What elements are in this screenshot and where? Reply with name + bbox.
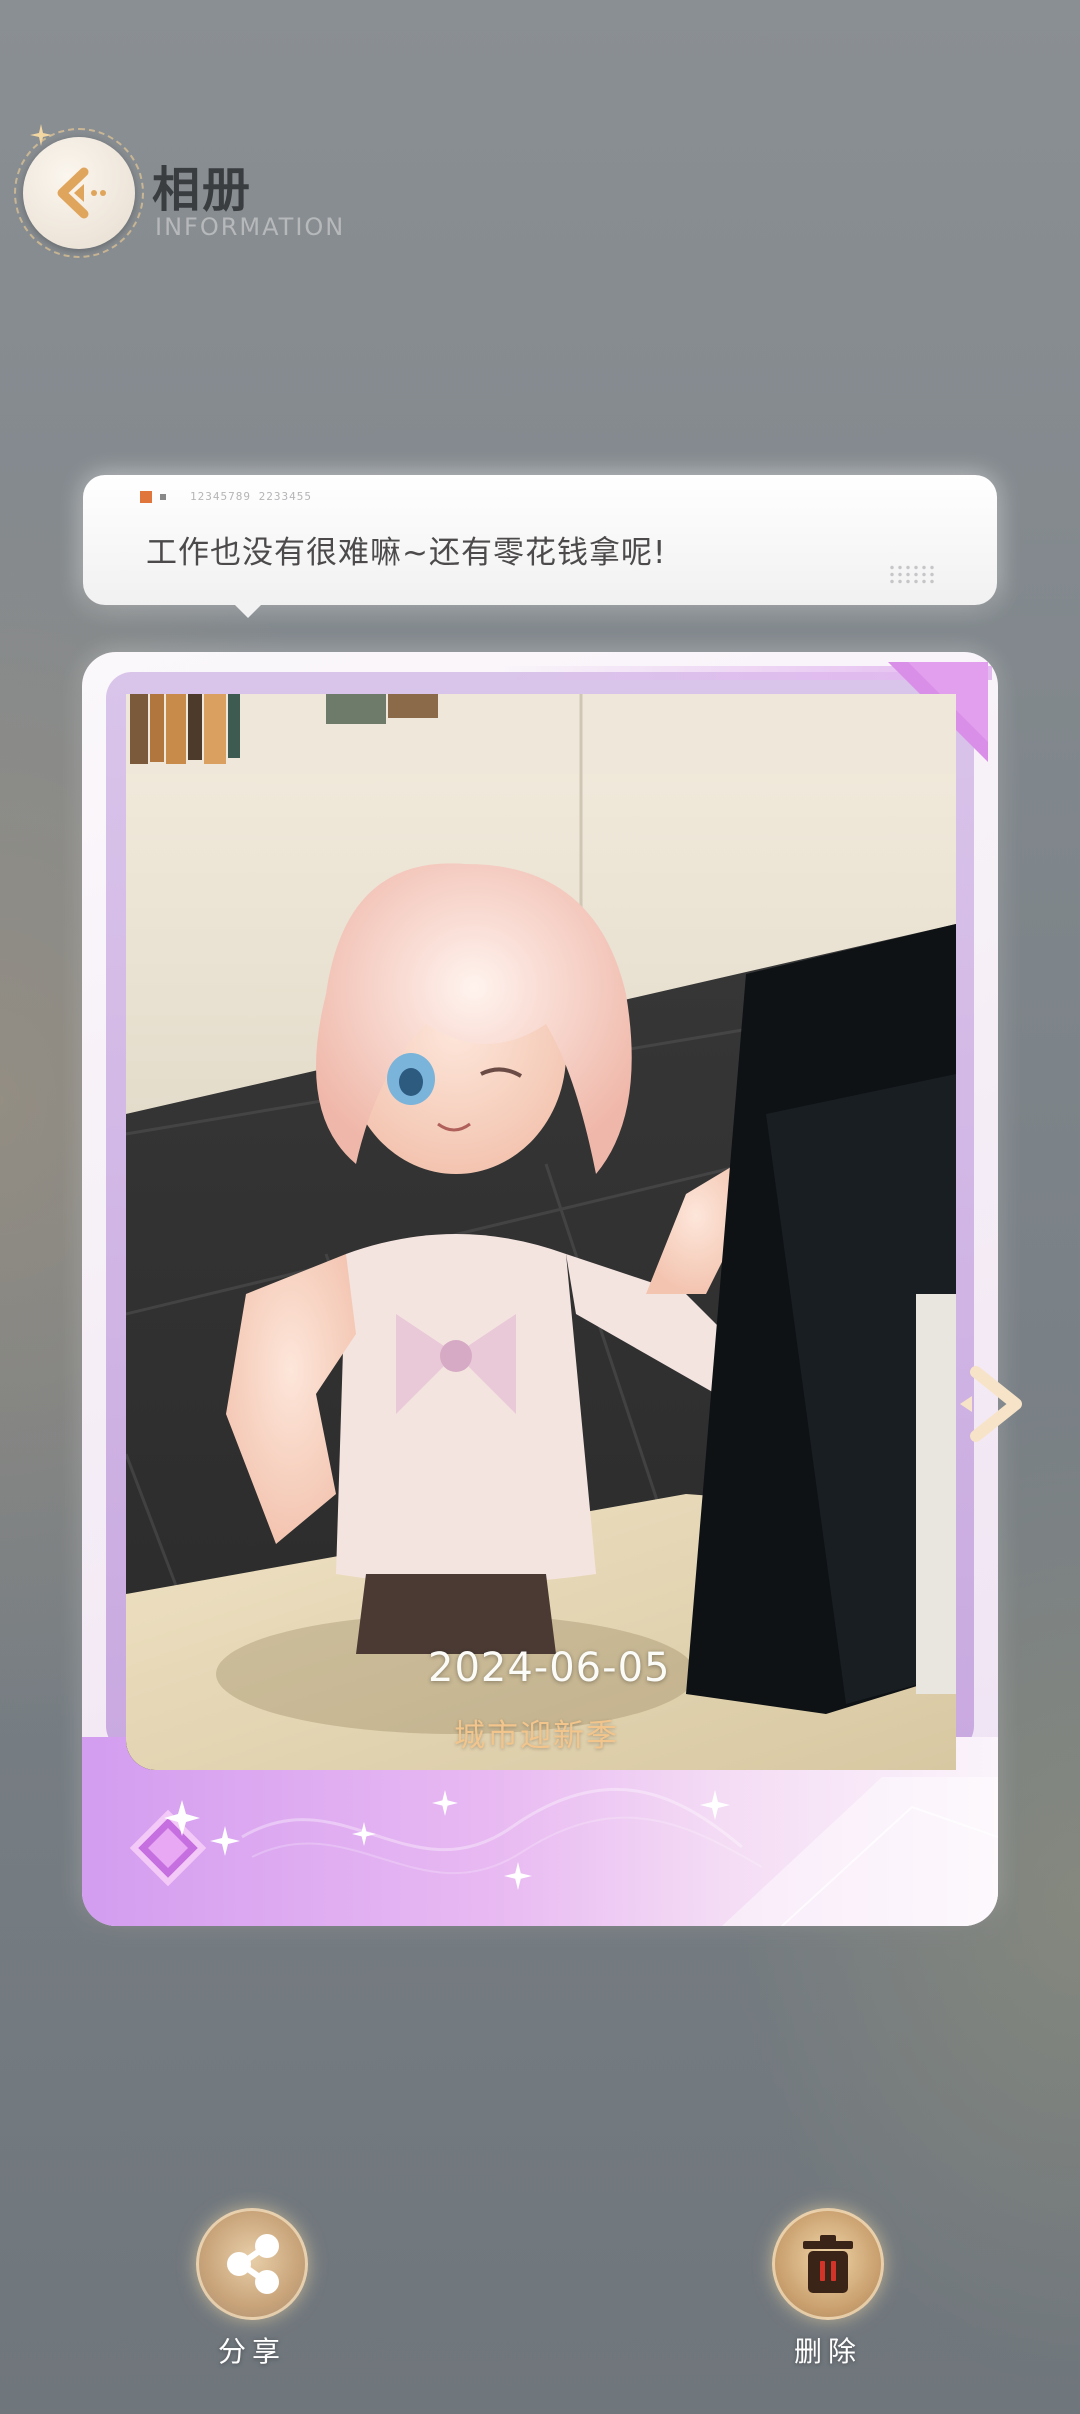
sparkle-icon (352, 1822, 376, 1846)
bubble-tag: 12345789 2233455 (140, 490, 312, 503)
back-arrow-icon (57, 167, 106, 219)
album-photo[interactable] (126, 694, 956, 1770)
tag-dot-icon (160, 493, 166, 500)
dot-grid-icon (888, 564, 936, 584)
page-subtitle: INFORMATION (155, 213, 346, 241)
share-label: 分享 (217, 2335, 286, 2368)
speech-bubble-tail (232, 602, 264, 618)
photo-caption: 城市迎新季 (454, 1718, 619, 1754)
back-button[interactable] (14, 128, 144, 258)
photo-date: 2024-06-05 (428, 1645, 671, 1691)
share-icon (227, 2234, 279, 2294)
delete-label: 删除 (793, 2335, 862, 2368)
bubble-tag-code: 12345789 2233455 (190, 490, 312, 503)
sparkle-icon (432, 1790, 458, 1816)
gem-icon (129, 1800, 207, 1887)
photo-scene (126, 694, 956, 1770)
share-button-circle[interactable] (196, 2208, 308, 2320)
sparkle-icon (504, 1862, 532, 1890)
sparkle-icon (700, 1790, 730, 1820)
delete-button[interactable]: 删除 (768, 2208, 888, 2378)
next-photo-arrow-icon[interactable] (954, 1364, 1030, 1444)
bubble-text: 工作也没有很难嘛~还有零花钱拿呢! (146, 535, 667, 571)
delete-button-circle[interactable] (772, 2208, 884, 2320)
trash-icon (803, 2235, 853, 2293)
page-title: 相册 (152, 162, 253, 218)
share-button[interactable]: 分享 (192, 2208, 312, 2378)
tag-square-icon (140, 490, 152, 503)
sparkle-icon (210, 1826, 240, 1856)
